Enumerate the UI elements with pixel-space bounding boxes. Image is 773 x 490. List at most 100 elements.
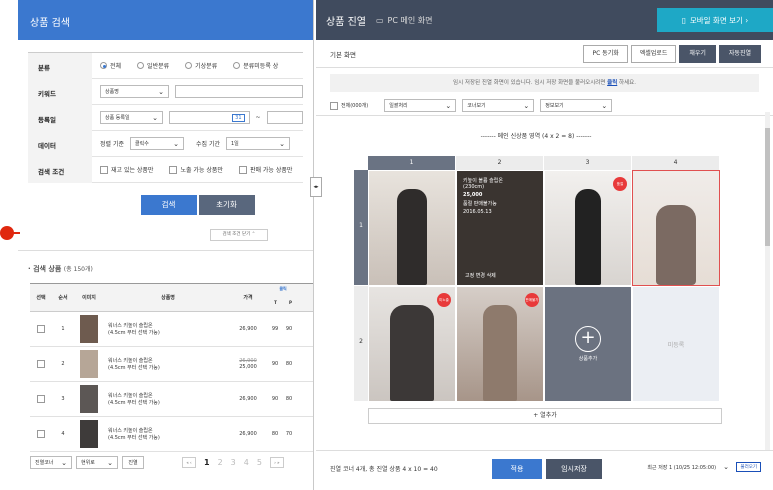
pc-sync-button[interactable]: PC 동기화 [583, 45, 628, 63]
panel-toggle-icon[interactable]: ◂▸ [310, 177, 322, 197]
row-checkbox[interactable] [37, 430, 45, 438]
keyword-type-select[interactable]: 상품명 ⌄ [100, 85, 169, 98]
fold-conditions-button[interactable]: 검색 조건 닫기 ⌃ [210, 229, 268, 241]
plus-icon: + [575, 326, 601, 352]
mobile-view-button[interactable]: ▯ 모바일 화면 보기 › [657, 8, 773, 32]
position-select[interactable]: 현위로 ⌄ [76, 456, 118, 469]
status-badge: 품절 [613, 177, 627, 191]
chevron-down-icon: ⌄ [601, 101, 608, 110]
table-row[interactable]: 1 워너스 키높이 슬립온 (4.5cm 부터 선택 가능) 26,900 99 … [30, 312, 313, 347]
product-thumbnail [80, 350, 98, 378]
category-radio-general[interactable]: 일반분류 [137, 61, 169, 70]
chevron-down-icon: ⌄ [723, 463, 729, 471]
chevron-down-icon: ⌄ [158, 87, 164, 96]
end-date-input[interactable] [266, 111, 303, 124]
date-type-select[interactable]: 상품 등록일 ⌄ [100, 111, 163, 124]
auto-display-button[interactable]: 자동진열 [718, 45, 761, 63]
category-label: 분류 [28, 52, 92, 79]
next-last-page-button[interactable]: › » [269, 457, 284, 468]
chevron-down-icon: ⌄ [61, 458, 67, 467]
table-row[interactable]: 3 워너스 키높이 슬립온 (4.5cm 부터 선택 가능) 26,900 90 … [30, 382, 313, 417]
page-4[interactable]: 4 [244, 458, 249, 467]
empty-slot[interactable]: 미등록 [632, 286, 720, 402]
row-header[interactable]: 2 [354, 286, 368, 402]
chevron-down-icon: ⌄ [523, 101, 530, 110]
chevron-down-icon: ⌄ [279, 139, 285, 148]
category-radio-unregistered[interactable]: 분류미등록 상 [233, 61, 278, 70]
display-panel-subtitle: PC 메인 화면 [387, 15, 433, 25]
category-radio-virtual[interactable]: 기상분류 [185, 61, 217, 70]
page-5[interactable]: 5 [257, 458, 262, 467]
column-header[interactable]: 2 [456, 156, 544, 170]
product-slot[interactable]: 미노출 [368, 286, 456, 402]
page-2[interactable]: 2 [218, 458, 223, 467]
product-slot[interactable] [368, 170, 456, 286]
column-header[interactable]: 4 [632, 156, 720, 170]
display-grid: 1 2 3 4 1 2 키높이 볼륨 슬립온 (230cm) 25,000 품절… [354, 156, 720, 402]
first-prev-page-button[interactable]: « ‹ [182, 457, 196, 468]
add-product-slot[interactable]: + 상품추가 [544, 286, 632, 402]
info-view-select[interactable]: 정보보기 ⌄ [540, 99, 613, 112]
add-row-button[interactable]: + 열추가 [368, 408, 722, 424]
excel-upload-button[interactable]: 엑셀업로드 [630, 45, 677, 63]
recent-save-select[interactable]: 최근 저장 1 (10/25 12:05:00) ⌄ [647, 463, 729, 471]
basic-screen-bar: 기본 화면 PC 동기화 엑셀업로드 채우기 자동진열 [316, 40, 773, 68]
result-title: · 검색 상품 (총 150개) [28, 265, 93, 273]
corner-view-select[interactable]: 코너보기 ⌄ [462, 99, 535, 112]
product-slot[interactable]: 판매불가 [456, 286, 544, 402]
corner-select[interactable]: 진열코너 ⌄ [30, 456, 72, 469]
chevron-down-icon: ⌄ [445, 101, 452, 110]
fill-button[interactable]: 채우기 [679, 45, 716, 63]
product-slot[interactable] [632, 170, 720, 286]
temp-save-button[interactable]: 임시저장 [546, 459, 602, 479]
product-thumbnail [80, 385, 98, 413]
notice-click-link[interactable]: 클릭 [607, 80, 617, 86]
calendar-icon: 31 [232, 113, 245, 122]
product-display-panel: 상품 진열 ▭ PC 메인 화면 ▯ 모바일 화면 보기 › 기본 화면 PC 동기… [316, 0, 773, 490]
keyword-label: 키워드 [28, 78, 92, 105]
product-slot[interactable]: 키높이 볼륨 슬립온 (230cm) 25,000 품절 판매불가능 2016.… [456, 170, 544, 286]
display-summary: 진열 코너 4개, 총 진열 상품 4 x 10 = 40 [330, 466, 438, 473]
scrollbar-thumb[interactable] [765, 128, 770, 246]
load-button[interactable]: 불러오기 [736, 462, 761, 472]
product-slot[interactable]: 품절 [544, 170, 632, 286]
data-label: 데이터 [28, 130, 92, 157]
reset-button[interactable]: 초기화 [198, 195, 255, 215]
select-all-checkbox[interactable]: 전체(000개) [330, 101, 368, 110]
keyword-input[interactable] [175, 85, 303, 98]
page-1[interactable]: 1 [204, 458, 210, 467]
product-thumbnail [80, 420, 98, 448]
category-radio-all[interactable]: 전체 [100, 61, 121, 70]
display-button[interactable]: 진열 [122, 456, 144, 469]
cond-in-stock-checkbox[interactable]: 재고 있는 상품만 [100, 165, 153, 174]
batch-select[interactable]: 일괄처리 ⌄ [384, 99, 457, 112]
product-table: 선택 순서 이미지 상품명 가격 클릭 T P 1 워너스 키높이 슬립온 (4.5c… [30, 283, 313, 452]
search-panel-title: 상품 검색 [18, 0, 313, 40]
table-footer: 진열코너 ⌄ 현위로 ⌄ 진열 « ‹ 1 2 3 4 5 › » [30, 456, 313, 469]
row-header[interactable]: 1 [354, 170, 368, 286]
product-image [483, 305, 517, 401]
table-row[interactable]: 2 워너스 키높이 슬립온 (4.5cm 부터 선택 가능) 26,900 25,0… [30, 347, 313, 382]
product-image [575, 189, 601, 285]
page-3[interactable]: 3 [231, 458, 236, 467]
sort-select[interactable]: 클릭수 ⌄ [130, 137, 184, 150]
column-header[interactable]: 1 [368, 156, 456, 170]
row-checkbox[interactable] [37, 395, 45, 403]
table-row[interactable]: 4 워너스 키높이 슬립온 (4.5cm 부터 선택 가능) 26,900 80 … [30, 417, 313, 452]
display-header: 상품 진열 ▭ PC 메인 화면 ▯ 모바일 화면 보기 › [316, 0, 773, 40]
cond-visible-checkbox[interactable]: 노출 가능 상품만 [169, 165, 223, 174]
apply-button[interactable]: 적용 [492, 459, 542, 479]
row-checkbox[interactable] [37, 360, 45, 368]
start-date-input[interactable]: 31 [168, 111, 250, 124]
chevron-down-icon: ⌄ [107, 458, 113, 467]
temp-save-notice: 임시 저장된 진열 화면이 있습니다. 임시 저장 화면을 불러오시려면 클릭 … [330, 74, 759, 92]
condition-label: 검색 조건 [28, 156, 92, 183]
monitor-icon: ▭ [375, 15, 384, 25]
search-button[interactable]: 검색 [140, 195, 197, 215]
column-header[interactable]: 3 [544, 156, 632, 170]
display-toolbar: 전체(000개) 일괄처리 ⌄ 코너보기 ⌄ 정보보기 ⌄ [316, 96, 773, 116]
display-footer: 진열 코너 4개, 총 진열 상품 4 x 10 = 40 적용 임시저장 최근… [316, 450, 773, 486]
cond-sellable-checkbox[interactable]: 판매 가능 상품만 [238, 165, 292, 174]
period-select[interactable]: 1일 ⌄ [226, 137, 290, 150]
row-checkbox[interactable] [37, 325, 45, 333]
